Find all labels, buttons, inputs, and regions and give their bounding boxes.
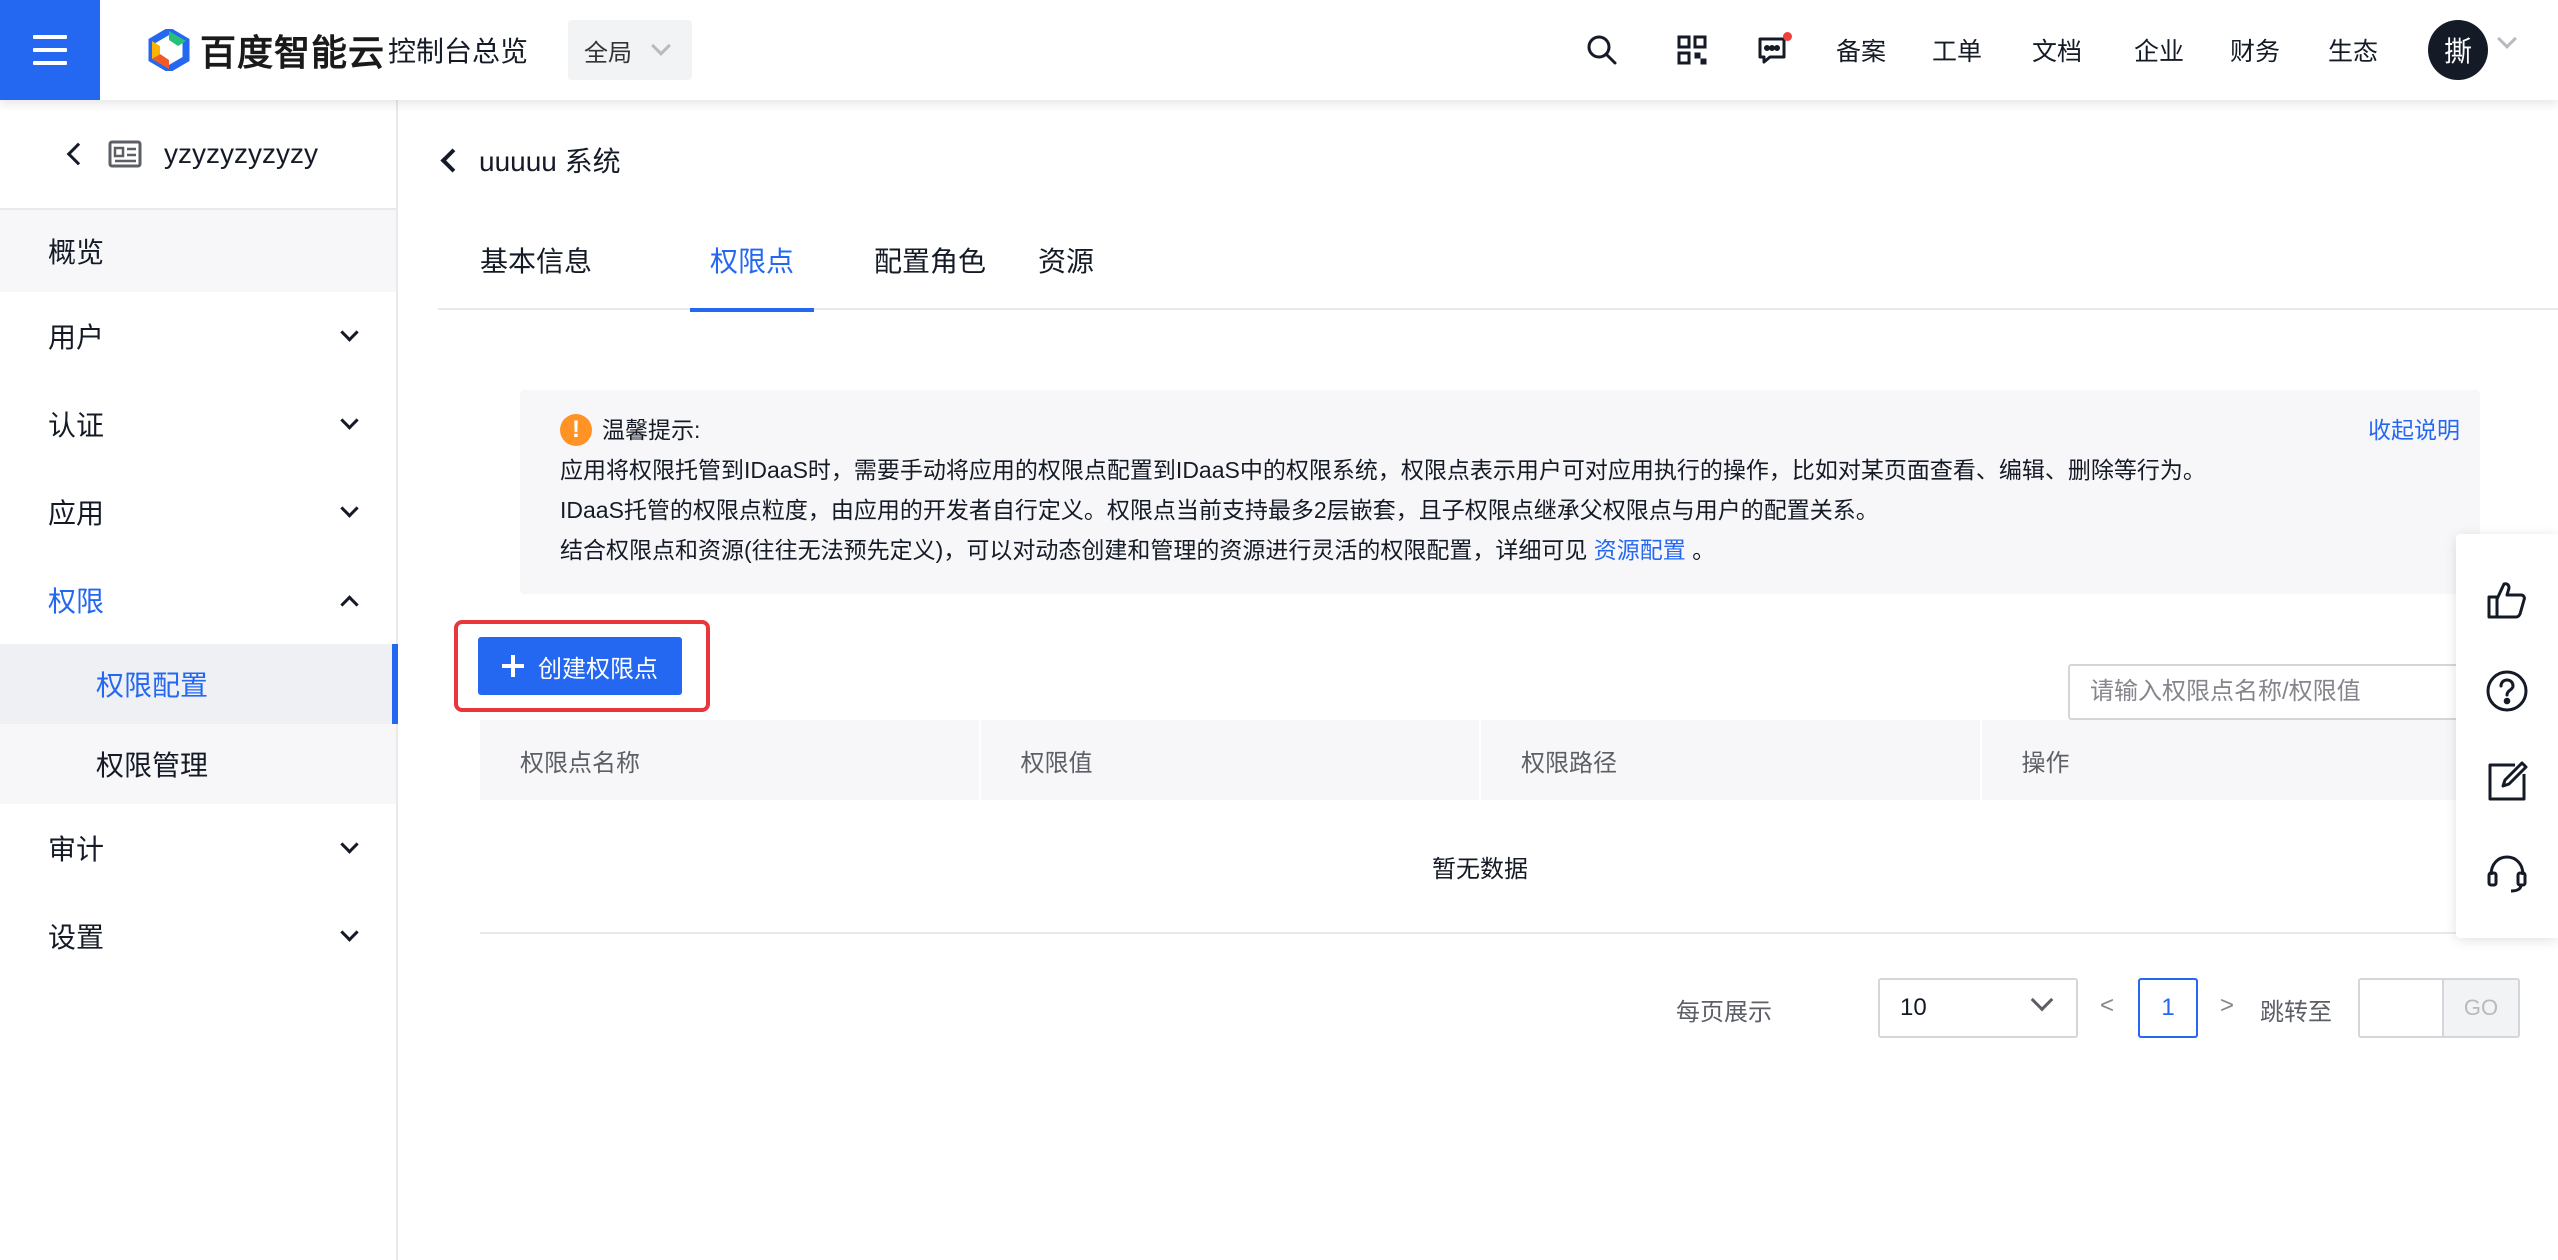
create-button-label: 创建权限点 [538, 655, 658, 683]
sidebar-subitem-permission-management[interactable]: 权限管理 [0, 724, 396, 804]
headset-icon[interactable] [2482, 848, 2532, 898]
nav-link-docs[interactable]: 文档 [2032, 32, 2082, 68]
sidebar-item-audit[interactable]: 审计 [0, 804, 396, 892]
sidebar-item-label: 用户 [48, 322, 105, 353]
column-header-name: 权限点名称 [520, 749, 640, 777]
sidebar-subitem-permission-config[interactable]: 权限配置 [0, 644, 398, 724]
tip-title: 温馨提示: [602, 417, 701, 443]
sidebar-item-apps[interactable]: 应用 [0, 468, 396, 556]
plus-icon [502, 655, 524, 677]
logo-text: 百度智能云 [200, 32, 386, 73]
sidebar-subitem-label: 权限管理 [96, 750, 209, 781]
empty-state: 暂无数据 [480, 800, 2480, 934]
edit-icon[interactable] [2482, 757, 2532, 807]
chevron-down-icon [340, 835, 359, 854]
logo[interactable]: 百度智能云 [148, 26, 385, 74]
permission-table: 权限点名称 权限值 权限路径 操作 暂无数据 [480, 720, 2480, 934]
nav-link-ticket[interactable]: 工单 [1932, 32, 1982, 68]
tab-resources[interactable]: 资源 [1038, 210, 1094, 310]
nav-link-finance[interactable]: 财务 [2230, 32, 2280, 68]
sidebar-item-overview[interactable]: 概览 [0, 210, 396, 292]
next-page-button[interactable]: > [2220, 992, 2234, 1020]
search-icon[interactable] [1582, 30, 1622, 70]
chevron-down-icon [340, 499, 359, 518]
region-value: 全局 [584, 39, 632, 67]
console-overview-link[interactable]: 控制台总览 [388, 30, 528, 70]
tip-line: 应用将权限托管到IDaaS时，需要手动将应用的权限点配置到IDaaS中的权限系统… [560, 457, 2206, 483]
jump-label: 跳转至 [2260, 999, 2332, 1026]
region-select[interactable]: 全局 [568, 20, 692, 80]
floating-toolbar [2456, 534, 2558, 938]
permissions-submenu: 权限配置 权限管理 [0, 644, 398, 804]
main-content: uuuuu 系统 基本信息 权限点 配置角色 资源 ! 温馨提示: 应用将权限托… [400, 100, 2558, 1260]
create-permission-point-button[interactable]: 创建权限点 [478, 637, 682, 695]
sidebar-item-label: 应用 [48, 498, 105, 529]
nav-link-ecosystem[interactable]: 生态 [2328, 32, 2378, 68]
avatar-chevron-down-icon[interactable] [2497, 29, 2517, 49]
page-size-label: 每页展示 [1676, 999, 1772, 1026]
tip-line: IDaaS托管的权限点粒度，由应用的开发者自行定义。权限点当前支持最多2层嵌套，… [560, 497, 1879, 523]
sidebar: yzyzyzyzyzy 概览 用户 认证 应用 权限 权限配置 权限管理 审计 … [0, 100, 398, 1260]
instance-name: yzyzyzyzyzy [164, 138, 318, 169]
pagination: 每页展示 10 < 1 > 跳转至 GO [400, 978, 2558, 1038]
warning-icon: ! [560, 414, 592, 446]
back-icon[interactable] [440, 147, 465, 173]
sidebar-item-label: 概览 [48, 237, 105, 268]
instance-card-icon [108, 140, 142, 168]
tip-line: 结合权限点和资源(往往无法预先定义)，可以对动态创建和管理的资源进行灵活的权限配… [560, 537, 1594, 563]
collapse-tip-link[interactable]: 收起说明 [2368, 410, 2460, 450]
tab-bar: 基本信息 权限点 配置角色 资源 [438, 210, 2558, 312]
message-icon[interactable] [1752, 30, 1792, 70]
resource-config-link[interactable]: 资源配置 [1594, 537, 1686, 563]
page-size-value: 10 [1900, 994, 1927, 1021]
thumbs-up-icon[interactable] [2482, 575, 2532, 625]
chevron-up-icon [340, 595, 359, 614]
nav-link-enterprise[interactable]: 企业 [2134, 32, 2184, 68]
jump-page-input[interactable] [2358, 978, 2442, 1038]
page-number-current[interactable]: 1 [2138, 978, 2198, 1038]
notification-dot [1783, 32, 1792, 41]
tab-basic-info[interactable]: 基本信息 [480, 210, 592, 310]
tip-line-suffix: 。 [1685, 537, 1716, 563]
page-title: uuuuu 系统 [479, 146, 621, 177]
logo-icon [148, 29, 190, 71]
column-header-path: 权限路径 [1479, 720, 1980, 800]
chevron-down-icon [340, 923, 359, 942]
chevron-down-icon [2030, 988, 2054, 1012]
sidebar-item-label: 权限 [48, 586, 105, 617]
sidebar-header: yzyzyzyzyzy [0, 100, 396, 210]
go-button[interactable]: GO [2442, 978, 2520, 1038]
chevron-down-icon [340, 323, 359, 342]
sidebar-item-label: 认证 [48, 410, 105, 441]
page-header: uuuuu 系统 [440, 140, 621, 180]
back-icon[interactable] [66, 142, 90, 166]
hamburger-icon [33, 35, 67, 39]
chevron-down-icon [651, 36, 671, 56]
prev-page-button[interactable]: < [2100, 992, 2114, 1020]
table-header: 权限点名称 权限值 权限路径 操作 [480, 720, 2480, 800]
tab-permission-points[interactable]: 权限点 [689, 210, 815, 312]
tip-panel: ! 温馨提示: 应用将权限托管到IDaaS时，需要手动将应用的权限点配置到IDa… [520, 390, 2480, 594]
search-input[interactable] [2068, 664, 2468, 720]
page-size-select[interactable]: 10 [1878, 978, 2078, 1038]
sidebar-item-auth[interactable]: 认证 [0, 380, 396, 468]
help-icon[interactable] [2482, 666, 2532, 716]
column-header-actions: 操作 [1979, 720, 2481, 800]
sidebar-item-label: 设置 [48, 922, 105, 953]
nav-link-filing[interactable]: 备案 [1836, 32, 1886, 68]
chevron-down-icon [340, 411, 359, 430]
sidebar-subitem-label: 权限配置 [96, 670, 209, 701]
sidebar-item-users[interactable]: 用户 [0, 292, 396, 380]
sidebar-item-label: 审计 [48, 834, 105, 865]
tab-configure-roles[interactable]: 配置角色 [874, 210, 986, 310]
column-header-value: 权限值 [978, 720, 1480, 800]
sidebar-item-permissions[interactable]: 权限 [0, 556, 396, 644]
main-menu-button[interactable] [0, 0, 100, 100]
qrcode-icon[interactable] [1672, 30, 1712, 70]
avatar[interactable]: 撕 [2428, 20, 2488, 80]
sidebar-item-settings[interactable]: 设置 [0, 892, 396, 980]
top-bar: 百度智能云 控制台总览 全局 备案 工单 文档 企业 财务 生态 撕 [0, 0, 2558, 100]
